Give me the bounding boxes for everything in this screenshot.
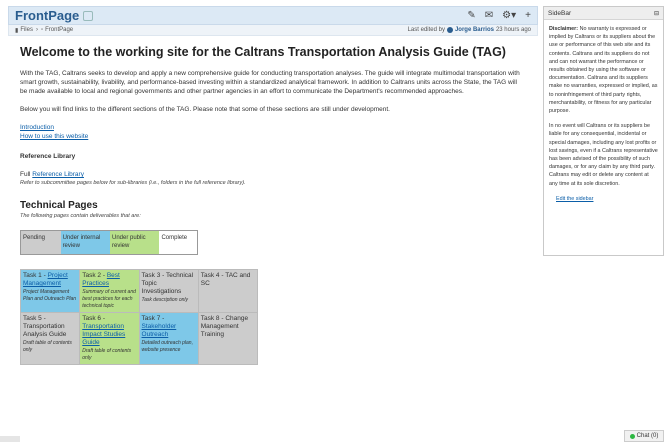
technical-pages-heading: Technical Pages — [20, 200, 98, 211]
edit-sidebar-link[interactable]: Edit the sidebar — [556, 196, 593, 202]
transportation-impact-studies-link[interactable]: Transportation Impact Studies Guide — [82, 323, 125, 346]
intro-paragraph: With the TAG, Caltrans seeks to develop … — [20, 70, 520, 95]
task-1-desc: Project Management Plan and Outreach Pla… — [23, 289, 77, 302]
task-3-desc: Task description only — [141, 297, 189, 303]
task-2-desc: Summary of current and best practices fo… — [82, 289, 136, 309]
page-header: FrontPage ✎ ✉ ⚙▾ + — [8, 6, 538, 25]
page-icon — [83, 10, 94, 21]
reference-note: Refer to subcommittee pages below for su… — [20, 180, 246, 186]
online-status-icon — [629, 433, 635, 439]
disclaimer-label: Disclaimer: — [549, 26, 579, 32]
introduction-link[interactable]: Introduction — [20, 124, 54, 131]
task-3-label: Task 3 - Technical Topic Investigations — [141, 272, 194, 295]
table-row: Task 1 - Project Management Project Mana… — [19, 269, 259, 313]
chat-label: Chat (0) — [636, 433, 659, 439]
status-legend: Pending Under internal review Under publ… — [20, 230, 198, 255]
last-edited: Last edited by Jorge Barrios 23 hours ag… — [408, 27, 531, 33]
table-row: Task 5 - Transportation Analysis Guide D… — [19, 312, 259, 365]
task-2-cell: Task 2 - Best Practices Summary of curre… — [79, 269, 140, 313]
task-table: Task 1 - Project Management Project Mana… — [19, 269, 259, 365]
technical-note: The following pages contain deliverables… — [20, 213, 141, 219]
liability-text: In no event will Caltrans or its supplie… — [549, 123, 658, 187]
task-6-desc: Draft table of contents only — [82, 348, 132, 361]
legend-public-review: Under public review — [110, 231, 160, 254]
task-1-cell: Task 1 - Project Management Project Mana… — [19, 269, 81, 313]
task-6-prefix: Task 6 - — [82, 315, 106, 322]
folder-icon: ▮ — [15, 27, 19, 34]
full-label: Full — [20, 171, 31, 178]
task-1-prefix: Task 1 - — [23, 272, 48, 279]
full-reference-library: Full Reference Library — [20, 170, 526, 179]
page-body: Welcome to the working site for the Calt… — [8, 36, 538, 365]
task-5-desc: Draft table of contents only — [23, 340, 72, 353]
main-content: FrontPage ✎ ✉ ⚙▾ + ▮ Files › ▫ FrontPage… — [8, 6, 538, 442]
task-5-label: Task 5 - Transportation Analysis Guide — [23, 315, 67, 338]
sidebar-header: SideBar ⊟ — [544, 7, 663, 20]
sidebar-body: Disclaimer: No warranty is expressed or … — [544, 20, 663, 208]
disclaimer-body: No warranty is expressed or implied by C… — [549, 26, 658, 115]
collapse-icon[interactable]: ⊟ — [654, 10, 659, 17]
legend-complete: Complete — [159, 231, 198, 254]
chevron-right-icon: › — [35, 27, 38, 33]
task-7-prefix: Task 7 - — [141, 315, 165, 322]
last-edited-time: 23 hours ago — [495, 27, 531, 33]
chat-button[interactable]: Chat (0) — [624, 430, 664, 442]
breadcrumb-current: FrontPage — [45, 27, 74, 33]
task-7-desc: Detailed outreach plan, website presence — [141, 340, 193, 353]
task-4-cell: Task 4 - TAC and SC — [197, 269, 259, 313]
task-6-cell: Task 6 - Transportation Impact Studies G… — [79, 312, 140, 365]
page-title: FrontPage — [15, 8, 80, 23]
how-to-use-link[interactable]: How to use this website — [20, 133, 88, 140]
reference-library-link[interactable]: Reference Library — [32, 171, 84, 178]
task-5-cell: Task 5 - Transportation Analysis Guide D… — [19, 312, 81, 365]
scrollbar-stub — [0, 436, 20, 442]
avatar — [446, 27, 453, 33]
reference-library-heading: Reference Library — [20, 153, 76, 160]
disclaimer-text: Disclaimer: No warranty is expressed or … — [549, 25, 658, 115]
edit-icon[interactable]: ✎ — [467, 10, 475, 21]
task-4-label: Task 4 - TAC and SC — [200, 272, 251, 287]
last-edited-label: Last edited by — [407, 27, 445, 33]
below-paragraph: Below you will find links to the differe… — [20, 106, 390, 113]
mail-icon[interactable]: ✉ — [485, 10, 493, 21]
gear-icon[interactable]: ⚙▾ — [502, 10, 516, 21]
breadcrumb: ▮ Files › ▫ FrontPage Last edited by Jor… — [8, 25, 538, 36]
page-heading: Welcome to the working site for the Calt… — [20, 45, 506, 59]
sidebar: SideBar ⊟ Disclaimer: No warranty is exp… — [543, 6, 664, 256]
page-icon: ▫ — [40, 27, 44, 33]
add-icon[interactable]: + — [525, 10, 531, 21]
last-editor-link[interactable]: Jorge Barrios — [455, 27, 494, 33]
legend-internal-review: Under internal review — [60, 231, 110, 254]
task-3-cell: Task 3 - Technical Topic Investigations … — [138, 269, 199, 313]
sidebar-title: SideBar — [548, 9, 572, 17]
task-2-prefix: Task 2 - — [82, 272, 107, 279]
task-8-label: Task 8 - Change Management Training — [200, 315, 249, 338]
task-7-cell: Task 7 - Stakeholder Outreach Detailed o… — [138, 312, 199, 365]
task-8-cell: Task 8 - Change Management Training — [197, 312, 259, 365]
toolbar: ✎ ✉ ⚙▾ + — [467, 10, 531, 21]
section-links: Introduction How to use this website — [20, 123, 526, 141]
stakeholder-outreach-link[interactable]: Stakeholder Outreach — [142, 323, 177, 338]
breadcrumb-files[interactable]: Files — [20, 27, 33, 33]
legend-pending: Pending — [21, 231, 61, 254]
